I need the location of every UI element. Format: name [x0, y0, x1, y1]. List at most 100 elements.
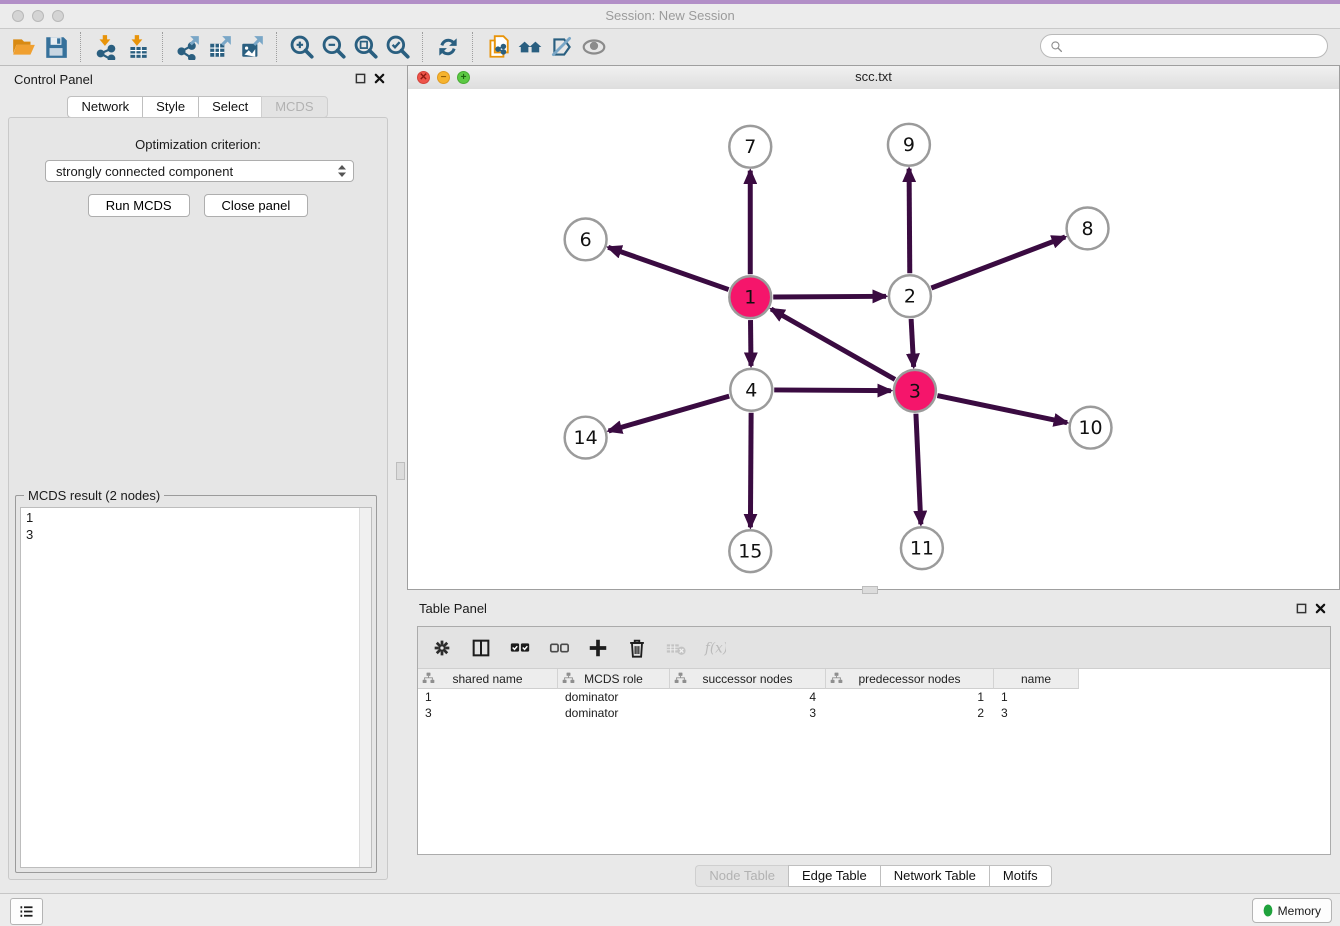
gear-icon[interactable]	[430, 636, 454, 660]
memory-button[interactable]: Memory	[1252, 898, 1332, 923]
tab-motifs[interactable]: Motifs	[989, 865, 1052, 887]
table-cell[interactable]: 2	[826, 705, 994, 721]
column-type-icon	[562, 672, 575, 685]
column-header-successor-nodes[interactable]: successor nodes	[670, 669, 826, 689]
mcds-result-text[interactable]: 1 3	[20, 507, 372, 868]
clear-checks-icon[interactable]	[547, 636, 571, 660]
table-cell[interactable]: 1	[418, 689, 558, 705]
column-type-icon	[422, 672, 435, 685]
tab-node-table[interactable]: Node Table	[695, 865, 788, 887]
column-header-shared-name[interactable]: shared name	[418, 669, 558, 689]
export-table-icon[interactable]	[204, 32, 236, 62]
graph-edge-1-6[interactable]	[608, 247, 728, 289]
table-cell[interactable]: 3	[994, 705, 1079, 721]
result-scrollbar[interactable]	[359, 508, 371, 867]
table-cell[interactable]: 3	[670, 705, 826, 721]
table-row[interactable]: 3dominator323	[418, 705, 1330, 721]
table-tabs: Node TableEdge TableNetwork TableMotifs	[407, 865, 1340, 887]
tab-select[interactable]: Select	[198, 96, 261, 118]
titlebar[interactable]: Session: New Session	[0, 4, 1340, 29]
zoom-selected-icon[interactable]	[382, 32, 414, 62]
graph-edge-3-1[interactable]	[771, 309, 895, 379]
graph-edge-2-3[interactable]	[911, 319, 914, 367]
export-image-icon[interactable]	[236, 32, 268, 62]
graph-edge-4-14[interactable]	[609, 396, 730, 431]
search-input[interactable]	[1069, 38, 1318, 55]
column-header-MCDS-role[interactable]: MCDS role	[558, 669, 670, 689]
toolbar-separator	[422, 32, 424, 62]
tab-edge-table[interactable]: Edge Table	[788, 865, 880, 887]
clone-network-icon[interactable]	[482, 32, 514, 62]
save-icon[interactable]	[40, 32, 72, 62]
add-column-icon[interactable]	[586, 636, 610, 660]
import-network-icon[interactable]	[90, 32, 122, 62]
zoom-in-icon[interactable]	[286, 32, 318, 62]
graph-node-label-7: 7	[744, 136, 756, 158]
search-box[interactable]	[1040, 34, 1328, 58]
zoom-out-icon[interactable]	[318, 32, 350, 62]
hide-annotations-icon[interactable]	[546, 32, 578, 62]
graph-node-label-4: 4	[745, 379, 757, 401]
export-network-icon[interactable]	[172, 32, 204, 62]
network-canvas[interactable]: 7968124314101511	[408, 89, 1339, 589]
control-panel-title: Control Panel	[14, 72, 93, 87]
float-table-panel-icon[interactable]	[1296, 603, 1307, 614]
network-graph[interactable]: 7968124314101511	[408, 89, 1339, 589]
graph-edge-4-3[interactable]	[774, 390, 891, 391]
mcds-result-group: MCDS result (2 nodes) 1 3	[15, 495, 377, 873]
table-cell[interactable]: 4	[670, 689, 826, 705]
toolbar-separator	[80, 32, 82, 62]
float-panel-icon[interactable]	[355, 73, 366, 84]
network-window-controls: ✕ − +	[417, 71, 470, 84]
network-minimize-button[interactable]: −	[437, 71, 450, 84]
tab-style[interactable]: Style	[142, 96, 198, 118]
svg-text:f(x): f(x)	[704, 640, 726, 656]
mcds-result-title: MCDS result (2 nodes)	[24, 488, 164, 503]
column-header-predecessor-nodes[interactable]: predecessor nodes	[826, 669, 994, 689]
run-mcds-button[interactable]: Run MCDS	[88, 194, 190, 217]
select-all-checks-icon[interactable]	[508, 636, 532, 660]
graph-node-label-9: 9	[903, 134, 915, 156]
table-body: 1dominator4113dominator323	[418, 689, 1330, 721]
show-eye-icon[interactable]	[578, 32, 610, 62]
mcds-panel: Optimization criterion: strongly connect…	[8, 117, 388, 880]
table-panel: Table Panel f(x) shared nameMCDS rolesuc…	[407, 595, 1340, 893]
refresh-icon[interactable]	[432, 32, 464, 62]
tab-network[interactable]: Network	[67, 96, 142, 118]
close-panel-button[interactable]: Close panel	[204, 194, 309, 217]
table-cell[interactable]: dominator	[558, 705, 670, 721]
table-cell[interactable]: 3	[418, 705, 558, 721]
column-header-name[interactable]: name	[994, 669, 1079, 689]
status-bar: Memory	[0, 893, 1340, 926]
close-table-panel-icon[interactable]	[1315, 603, 1326, 614]
toolbar-separator	[276, 32, 278, 62]
tab-network-table[interactable]: Network Table	[880, 865, 989, 887]
graph-edge-3-11[interactable]	[916, 414, 921, 525]
table-cell[interactable]: dominator	[558, 689, 670, 705]
network-window-titlebar[interactable]: ✕ − + scc.txt	[408, 66, 1339, 90]
delete-column-icon[interactable]	[625, 636, 649, 660]
network-close-button[interactable]: ✕	[417, 71, 430, 84]
control-panel: Control Panel NetworkStyleSelectMCDS Opt…	[0, 65, 395, 893]
graph-node-label-11: 11	[910, 538, 934, 560]
graph-edge-4-15[interactable]	[750, 413, 751, 528]
zoom-fit-icon[interactable]	[350, 32, 382, 62]
open-folder-icon[interactable]	[8, 32, 40, 62]
tab-mcds[interactable]: MCDS	[261, 96, 327, 118]
criterion-select[interactable]: strongly connected component	[45, 160, 354, 182]
table-cell[interactable]: 1	[994, 689, 1079, 705]
graph-edge-1-2[interactable]	[773, 296, 886, 297]
show-homes-icon[interactable]	[514, 32, 546, 62]
horizontal-splitter-handle[interactable]	[862, 586, 878, 594]
network-maximize-button[interactable]: +	[457, 71, 470, 84]
task-history-button[interactable]	[10, 898, 43, 925]
graph-edge-2-9[interactable]	[909, 169, 910, 274]
graph-edge-3-10[interactable]	[937, 396, 1067, 423]
graph-edge-2-8[interactable]	[931, 237, 1065, 288]
import-table-icon[interactable]	[122, 32, 154, 62]
vertical-splitter-handle[interactable]	[396, 462, 405, 480]
table-row[interactable]: 1dominator411	[418, 689, 1330, 705]
table-cell[interactable]: 1	[826, 689, 994, 705]
split-columns-icon[interactable]	[469, 636, 493, 660]
close-panel-icon[interactable]	[374, 73, 385, 84]
